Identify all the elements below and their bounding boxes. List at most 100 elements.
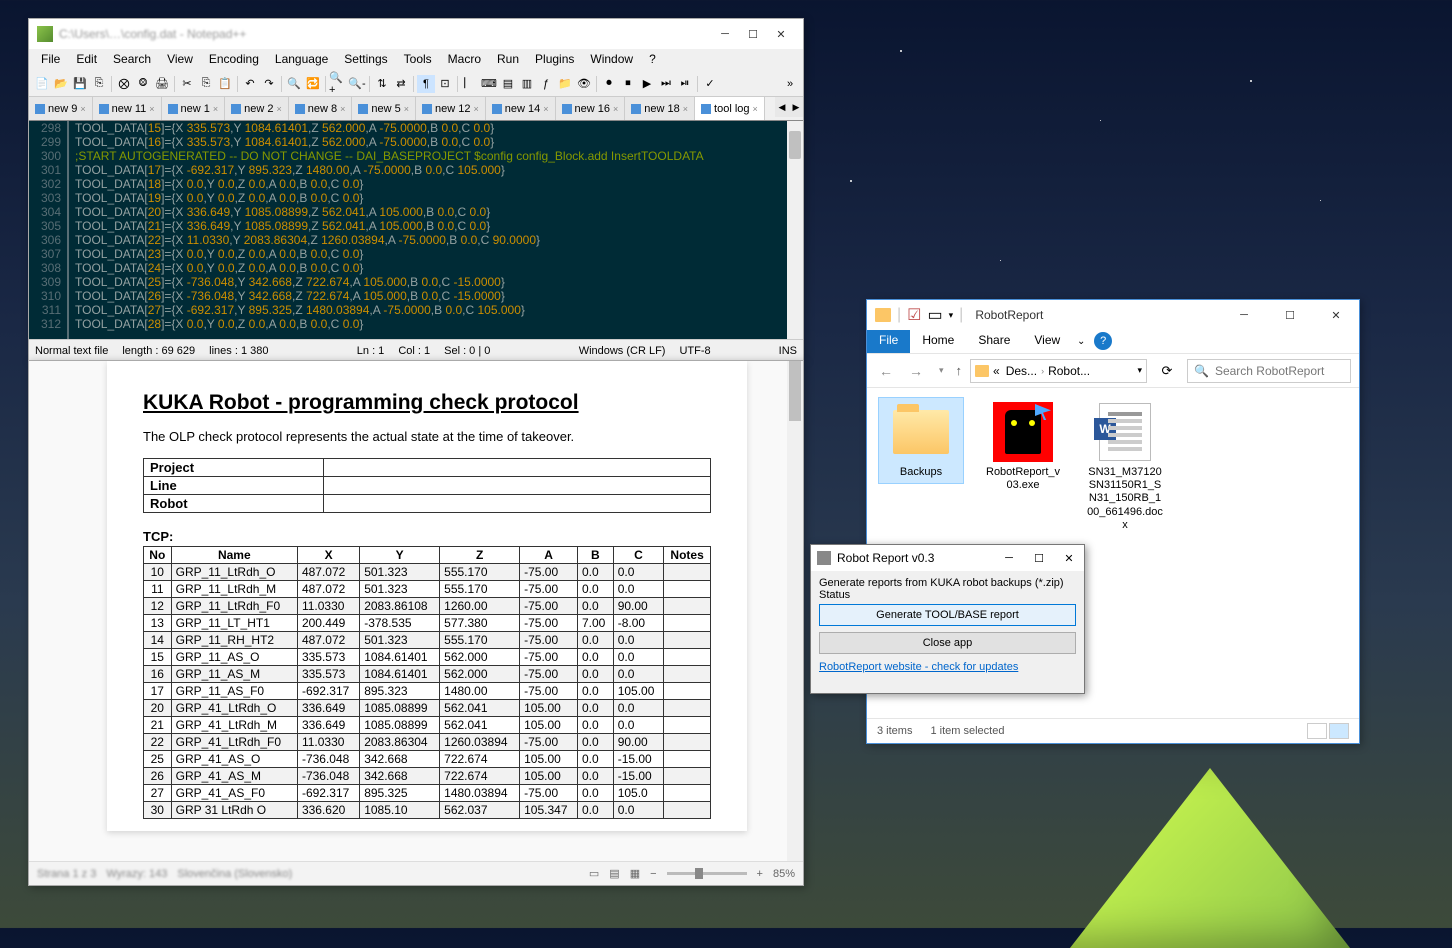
cut-icon[interactable]: ✂	[178, 75, 196, 93]
maximize-button[interactable]: ☐	[1267, 300, 1313, 330]
monitor-icon[interactable]: 👁	[575, 75, 593, 93]
nav-history-dropdown[interactable]: ▾	[935, 365, 948, 376]
save-all-icon[interactable]: ⎘	[90, 75, 108, 93]
minimize-button[interactable]: ─	[1221, 300, 1267, 330]
stop-macro-icon[interactable]: ⏹	[619, 75, 637, 93]
view-details-button[interactable]	[1307, 723, 1327, 739]
file-tab[interactable]: new 11×	[93, 97, 162, 120]
copy-icon[interactable]: ⎘	[197, 75, 215, 93]
menu-run[interactable]: Run	[489, 49, 527, 71]
nav-back-button[interactable]: ←	[875, 363, 897, 379]
menu-?[interactable]: ?	[641, 49, 664, 71]
ribbon-tab-home[interactable]: Home	[910, 330, 966, 353]
qa-dropdown-icon[interactable]: ▾	[949, 310, 954, 321]
play-multi-icon[interactable]: ⏭	[657, 75, 675, 93]
file-tab[interactable]: new 2×	[225, 97, 289, 120]
doc-list-icon[interactable]: ▥	[518, 75, 536, 93]
file-tab[interactable]: new 9×	[29, 97, 93, 120]
view-web-icon[interactable]: ▦	[630, 867, 640, 880]
menu-language[interactable]: Language	[267, 49, 336, 71]
help-icon[interactable]: ?	[1094, 332, 1112, 350]
menu-macro[interactable]: Macro	[440, 49, 489, 71]
redo-icon[interactable]: ↷	[260, 75, 278, 93]
ribbon-expand-icon[interactable]: ⌄	[1072, 330, 1090, 353]
qa-new-folder-icon[interactable]: ▭	[928, 305, 943, 325]
file-tab[interactable]: new 5×	[352, 97, 416, 120]
generate-report-button[interactable]: Generate TOOL/BASE report	[819, 604, 1076, 626]
menu-settings[interactable]: Settings	[336, 49, 395, 71]
close-all-icon[interactable]: ⨷	[134, 75, 152, 93]
folder-workspace-icon[interactable]: 📁	[556, 75, 574, 93]
refresh-button[interactable]: ⟳	[1155, 359, 1179, 383]
new-file-icon[interactable]: 📄	[33, 75, 51, 93]
close-app-button[interactable]: Close app	[819, 632, 1076, 654]
zoom-value[interactable]: 85%	[773, 868, 795, 880]
menu-encoding[interactable]: Encoding	[201, 49, 267, 71]
file-tab[interactable]: new 8×	[289, 97, 353, 120]
menu-edit[interactable]: Edit	[68, 49, 105, 71]
breadcrumb[interactable]: «	[991, 364, 1002, 378]
ribbon-tab-share[interactable]: Share	[966, 330, 1022, 353]
zoom-in-icon[interactable]: 🔍+	[329, 75, 347, 93]
indent-guide-icon[interactable]: ⎸	[461, 75, 479, 93]
website-link[interactable]: RobotReport website - check for updates	[819, 661, 1076, 673]
menu-window[interactable]: Window	[582, 49, 641, 71]
zoom-slider[interactable]	[667, 872, 747, 875]
menu-search[interactable]: Search	[105, 49, 159, 71]
print-icon[interactable]: 🖨	[153, 75, 171, 93]
user-lang-icon[interactable]: ⌨	[480, 75, 498, 93]
search-input[interactable]: 🔍 Search RobotReport	[1187, 359, 1351, 383]
ribbon-tab-view[interactable]: View	[1022, 330, 1072, 353]
npp-editor[interactable]: 2982993003013023033043053063073083093103…	[29, 121, 803, 339]
sync-h-icon[interactable]: ⇄	[392, 75, 410, 93]
nav-up-button[interactable]: ↑	[956, 363, 963, 378]
view-read-icon[interactable]: ▭	[589, 867, 599, 880]
vertical-scrollbar[interactable]	[787, 121, 803, 339]
menu-tools[interactable]: Tools	[396, 49, 440, 71]
menu-file[interactable]: File	[33, 49, 68, 71]
tab-scroll-right[interactable]: ▶	[789, 97, 803, 117]
rr-titlebar[interactable]: Robot Report v0.3 ─ ☐ ✕	[811, 545, 1084, 571]
replace-icon[interactable]: 🔁	[304, 75, 322, 93]
breadcrumb[interactable]: Des...	[1004, 364, 1039, 378]
undo-icon[interactable]: ↶	[241, 75, 259, 93]
qa-props-icon[interactable]: ☑	[907, 305, 921, 325]
code-area[interactable]: TOOL_DATA[15]={X 335.573,Y 1084.61401,Z …	[69, 121, 787, 339]
nav-forward-button[interactable]: →	[905, 363, 927, 379]
show-all-icon[interactable]: ⊡	[436, 75, 454, 93]
maximize-button[interactable]: ☐	[1024, 545, 1054, 571]
chevron-right-icon[interactable]: ›	[1041, 366, 1044, 376]
close-button[interactable]: ✕	[1054, 545, 1084, 571]
doc-vertical-scrollbar[interactable]	[787, 361, 803, 861]
save-icon[interactable]: 💾	[71, 75, 89, 93]
wordwrap-icon[interactable]: ¶	[417, 75, 435, 93]
view-print-icon[interactable]: ▤	[609, 867, 619, 880]
file-tab[interactable]: new 12×	[416, 97, 486, 120]
file-tab[interactable]: new 1×	[162, 97, 226, 120]
doc-map-icon[interactable]: ▤	[499, 75, 517, 93]
minimize-button[interactable]: ─	[994, 545, 1024, 571]
address-bar[interactable]: « Des... › Robot... ▾	[970, 359, 1147, 383]
find-icon[interactable]: 🔍	[285, 75, 303, 93]
address-dropdown-icon[interactable]: ▾	[1137, 365, 1142, 376]
file-item[interactable]: RobotReport_v03.exe	[981, 398, 1065, 496]
paste-icon[interactable]: 📋	[216, 75, 234, 93]
breadcrumb[interactable]: Robot...	[1046, 364, 1092, 378]
close-file-icon[interactable]: ⨂	[115, 75, 133, 93]
play-macro-icon[interactable]: ▶	[638, 75, 656, 93]
func-list-icon[interactable]: ƒ	[537, 75, 555, 93]
close-button[interactable]: ✕	[1313, 300, 1359, 330]
zoom-out-button[interactable]: −	[650, 868, 656, 880]
view-large-icons-button[interactable]	[1329, 723, 1349, 739]
spell-check-icon[interactable]: ✓	[701, 75, 719, 93]
save-macro-icon[interactable]: ⏯	[676, 75, 694, 93]
sync-v-icon[interactable]: ⇅	[373, 75, 391, 93]
menu-plugins[interactable]: Plugins	[527, 49, 582, 71]
open-file-icon[interactable]: 📂	[52, 75, 70, 93]
explorer-titlebar[interactable]: | ☑ ▭ ▾ | RobotReport ─ ☐ ✕	[867, 300, 1359, 330]
toolbar-overflow-icon[interactable]: »	[781, 75, 799, 93]
file-tab[interactable]: new 16×	[556, 97, 626, 120]
file-tab[interactable]: tool log×	[695, 97, 765, 120]
zoom-out-icon[interactable]: 🔍-	[348, 75, 366, 93]
file-item[interactable]: WSN31_M37120SN31150R1_SN31_150RB_100_661…	[1083, 398, 1167, 536]
